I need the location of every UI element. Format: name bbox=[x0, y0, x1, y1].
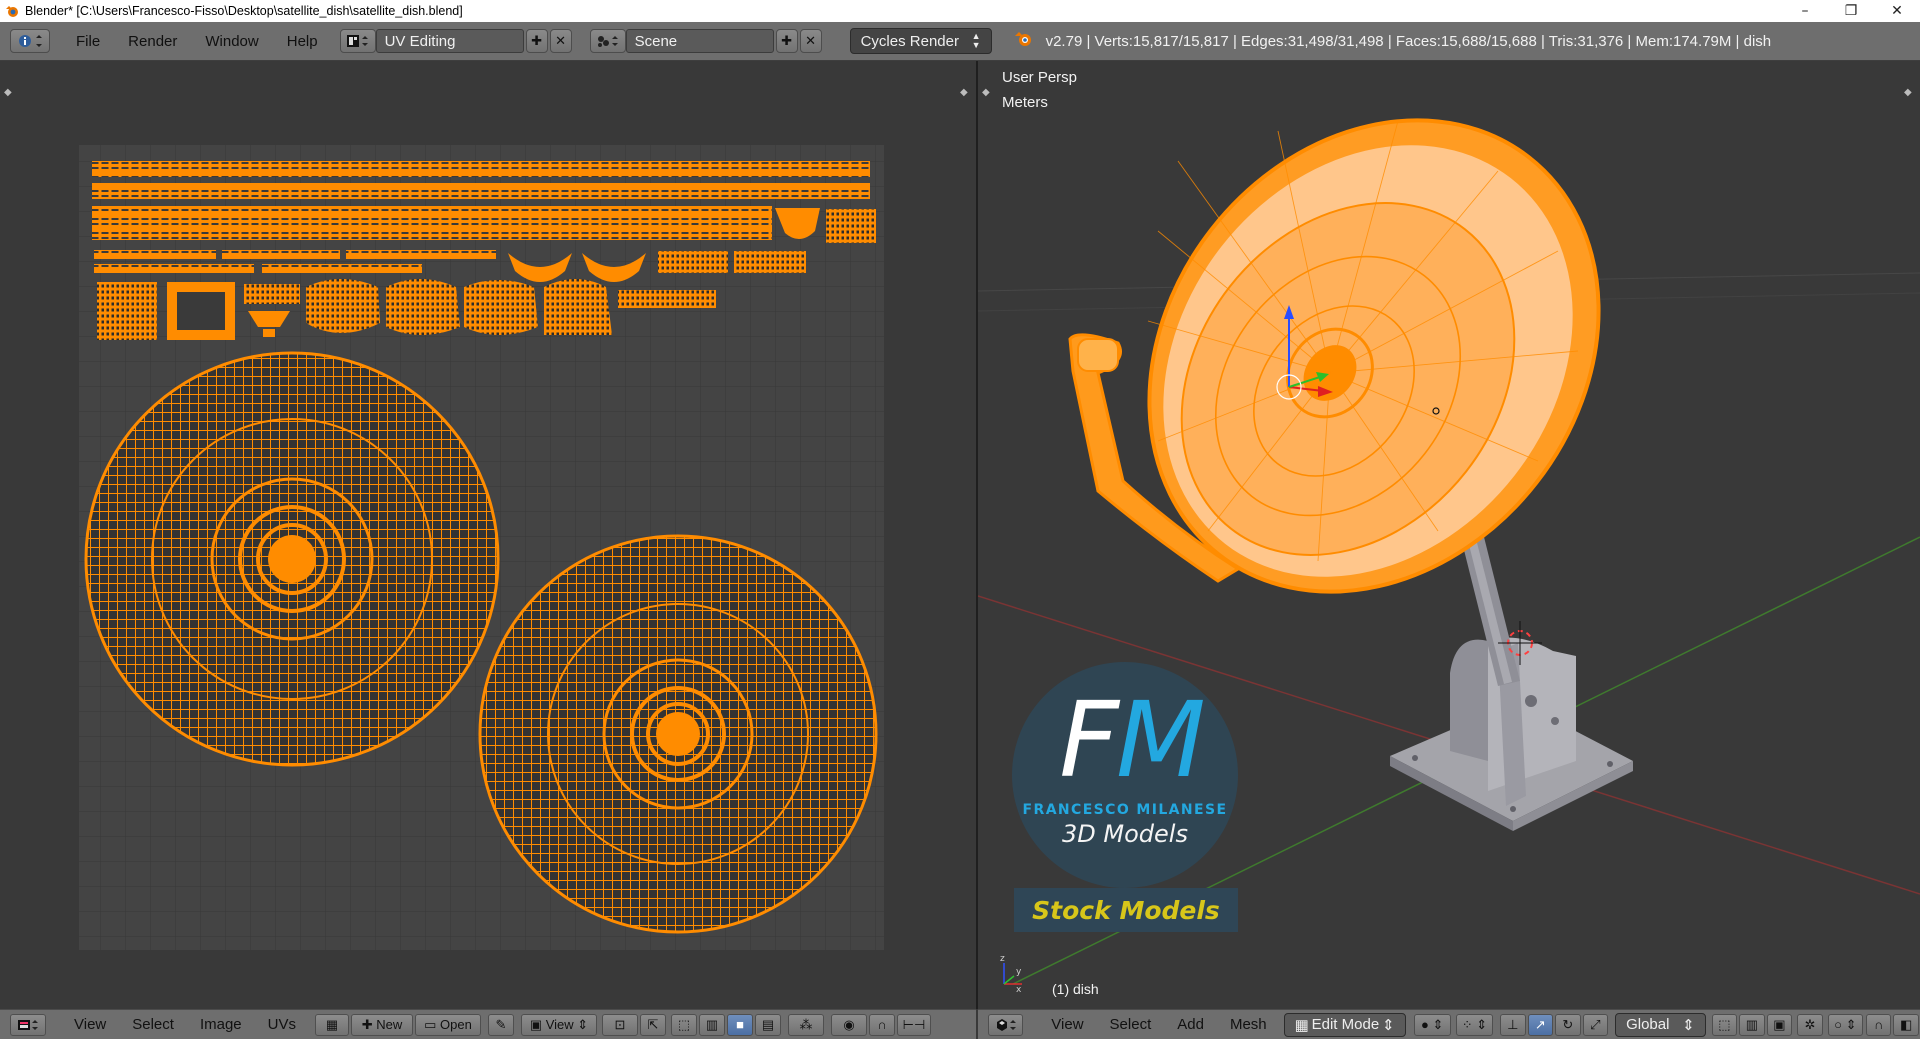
watermark-logo-initials: FM bbox=[1059, 679, 1206, 801]
editor-type-3d-icon[interactable] bbox=[988, 1013, 1024, 1036]
dropdown-arrows-icon: ▲ ▼ bbox=[971, 31, 981, 50]
svg-text:z: z bbox=[1000, 954, 1005, 964]
edge-select-mode-icon[interactable]: ▥ bbox=[1739, 1013, 1765, 1036]
proportional-edit-icon[interactable]: ◉ bbox=[831, 1013, 867, 1036]
viewport-menu-add[interactable]: Add bbox=[1164, 1016, 1217, 1033]
viewport-menu-view[interactable]: View bbox=[1038, 1016, 1096, 1033]
plus-icon: ✚ bbox=[361, 1016, 377, 1032]
render-engine-dropdown[interactable]: Cycles Render ▲ ▼ bbox=[849, 28, 992, 54]
updown-icon: ⇕ bbox=[573, 1016, 589, 1032]
view-name-label: User Persp bbox=[1002, 69, 1078, 86]
transform-orientation-label: Global bbox=[1626, 1016, 1670, 1033]
editor-type-image-icon[interactable] bbox=[10, 1013, 46, 1036]
svg-text:x: x bbox=[1016, 985, 1022, 995]
sync-selection-icon[interactable]: ⇱ bbox=[640, 1013, 666, 1036]
remove-layout-icon[interactable]: ✕ bbox=[549, 29, 572, 53]
snap-toggle-icon[interactable]: ∩ bbox=[1865, 1013, 1892, 1036]
interaction-mode-label: Edit Mode bbox=[1311, 1016, 1380, 1033]
svg-text:y: y bbox=[1016, 967, 1022, 977]
open-image-button[interactable]: ▭ Open bbox=[415, 1013, 481, 1036]
viewport-shading-icon[interactable]: ● ⇕ bbox=[1413, 1013, 1451, 1036]
minimize-button[interactable]: – bbox=[1782, 3, 1828, 19]
transform-orientation-dropdown[interactable]: Global ⇕ bbox=[1615, 1012, 1706, 1037]
menu-help[interactable]: Help bbox=[273, 33, 332, 50]
uv-menu-view[interactable]: View bbox=[61, 1016, 119, 1033]
viewport-menu-select[interactable]: Select bbox=[1097, 1016, 1165, 1033]
screen-layout-icon[interactable] bbox=[339, 29, 376, 53]
maximize-button[interactable]: ❐ bbox=[1828, 3, 1874, 19]
rotate-manipulator-icon[interactable]: ↻ bbox=[1555, 1013, 1581, 1036]
manipulator-toggle-icon[interactable]: ⊥ bbox=[1500, 1013, 1526, 1036]
scene-statistics: v2.79 | Verts:15,817/15,817 | Edges:31,4… bbox=[1045, 32, 1772, 50]
pin-icon[interactable]: ✎ bbox=[488, 1013, 514, 1036]
vertex-select-mode-icon[interactable]: ⬚ bbox=[1711, 1013, 1738, 1036]
window-title-bar: Blender* [C:\Users\Francesco-Fisso\Deskt… bbox=[0, 0, 1920, 22]
view-mode-label: View bbox=[545, 1017, 574, 1032]
edit-mode-icon: ▦ bbox=[1294, 1016, 1309, 1034]
folder-icon: ▭ bbox=[424, 1016, 441, 1032]
window-title: Blender* [C:\Users\Francesco-Fisso\Deskt… bbox=[25, 4, 463, 18]
active-object-label: (1) dish bbox=[1052, 981, 1099, 997]
face-select-mode-icon[interactable]: ▣ bbox=[1766, 1013, 1793, 1036]
blender-logo-icon bbox=[5, 4, 19, 18]
info-header: File Render Window Help UV Editing ✚ ✕ S… bbox=[0, 22, 1920, 61]
menu-file[interactable]: File bbox=[62, 33, 114, 50]
updown-arrows-icon: ⇕ bbox=[1682, 1016, 1695, 1034]
uv-canvas[interactable] bbox=[0, 61, 976, 1009]
view-mode-icon: ▣ bbox=[529, 1016, 546, 1032]
uv-menu-image[interactable]: Image bbox=[187, 1016, 255, 1033]
snap-icon[interactable]: ∩ bbox=[869, 1013, 895, 1036]
browse-image-icon[interactable]: ▦ bbox=[315, 1013, 349, 1036]
units-label: Meters bbox=[1002, 94, 1048, 111]
uv-editor-header: View Select Image UVs ▦ ✚ New ▭ Open ✎ ▣… bbox=[0, 1009, 976, 1039]
watermark-subtitle: 3D Models bbox=[1062, 820, 1188, 848]
sticky-select-icon[interactable]: ⁂ bbox=[788, 1013, 824, 1036]
viewport-menu-mesh[interactable]: Mesh bbox=[1217, 1016, 1280, 1033]
pivot-point-dropdown-icon[interactable]: ⁘ ⇕ bbox=[1455, 1013, 1494, 1036]
snap-target-icon[interactable]: ◧ bbox=[1893, 1013, 1919, 1036]
layout-name-field[interactable]: UV Editing bbox=[375, 29, 524, 53]
viewport-header: View Select Add Mesh ▦ Edit Mode ⇕ ● ⇕ ⁘… bbox=[978, 1009, 1920, 1039]
uv-editor-area[interactable]: ◆ ◆ bbox=[0, 61, 976, 1009]
watermark-badge: Stock Models bbox=[1014, 888, 1238, 932]
new-image-label: New bbox=[376, 1017, 403, 1032]
uv-menu-uvs[interactable]: UVs bbox=[255, 1016, 309, 1033]
proportional-editing-icon[interactable]: ○ ⇕ bbox=[1827, 1013, 1863, 1036]
interaction-mode-dropdown[interactable]: ▦ Edit Mode ⇕ bbox=[1283, 1012, 1406, 1037]
satellite-dish-mesh bbox=[1147, 118, 1601, 594]
add-scene-icon[interactable]: ✚ bbox=[775, 29, 798, 53]
blender-icon bbox=[1014, 30, 1034, 52]
render-engine-label: Cycles Render bbox=[860, 32, 959, 50]
axis-orientation-icon: z x y bbox=[1000, 954, 1022, 995]
add-layout-icon[interactable]: ✚ bbox=[525, 29, 548, 53]
editor-type-info-icon[interactable] bbox=[10, 29, 50, 53]
pivot-icon[interactable]: ⊡ bbox=[602, 1013, 638, 1036]
menu-render[interactable]: Render bbox=[114, 33, 191, 50]
remove-scene-icon[interactable]: ✕ bbox=[799, 29, 822, 53]
translate-manipulator-icon[interactable]: ↗ bbox=[1527, 1013, 1554, 1036]
scene-selector-icon[interactable] bbox=[589, 29, 626, 53]
island-select-icon[interactable]: ▤ bbox=[755, 1013, 781, 1036]
edge-select-icon[interactable]: ▥ bbox=[699, 1013, 725, 1036]
uv-disc-island-1 bbox=[84, 351, 500, 767]
new-image-button[interactable]: ✚ New bbox=[351, 1013, 413, 1036]
close-button[interactable]: ✕ bbox=[1874, 3, 1920, 19]
open-image-label: Open bbox=[440, 1017, 472, 1032]
watermark-author-name: FRANCESCO MILANESE bbox=[1022, 802, 1228, 818]
view-mode-dropdown[interactable]: ▣ View ⇕ bbox=[521, 1013, 597, 1036]
updown-arrows-icon: ⇕ bbox=[1381, 1016, 1395, 1034]
uv-disc-island-2 bbox=[478, 534, 878, 934]
face-select-icon[interactable]: ■ bbox=[727, 1013, 753, 1036]
scene-name-field[interactable]: Scene bbox=[625, 29, 774, 53]
occlude-geometry-icon[interactable]: ✲ bbox=[1797, 1013, 1823, 1036]
uv-menu-select[interactable]: Select bbox=[119, 1016, 187, 1033]
snap-element-icon[interactable]: ⊢⊣ bbox=[897, 1013, 931, 1036]
scale-manipulator-icon[interactable]: ⤢ bbox=[1582, 1013, 1609, 1036]
vertex-select-icon[interactable]: ⬚ bbox=[671, 1013, 697, 1036]
menu-window[interactable]: Window bbox=[191, 33, 272, 50]
